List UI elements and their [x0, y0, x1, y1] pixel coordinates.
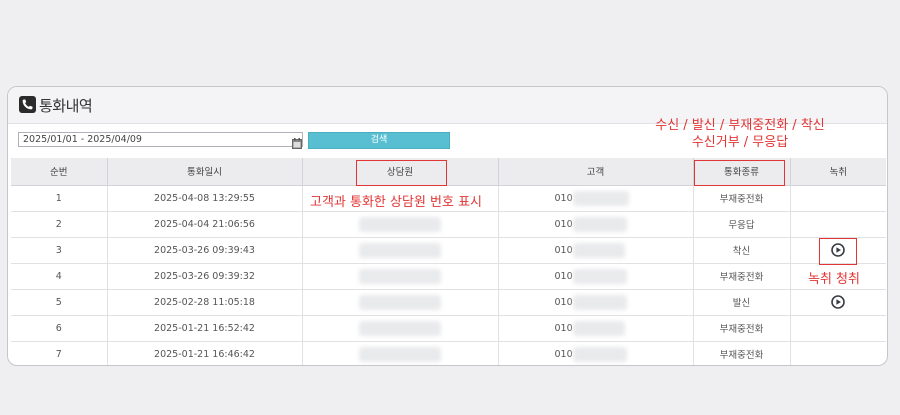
cell-agent: [302, 315, 499, 342]
cell-call-type: 발신: [693, 289, 791, 316]
cell-datetime: 2025-03-26 09:39:43: [107, 237, 303, 264]
date-range-input[interactable]: [18, 132, 303, 147]
cell-call-type: 부재중전화: [693, 263, 791, 290]
redacted-agent-number: [359, 268, 441, 284]
cell-customer: 010: [498, 263, 694, 290]
cell-call-type: 부재중전화: [693, 315, 791, 342]
cell-datetime: 2025-01-21 16:52:42: [107, 315, 303, 342]
cell-call-type: 부재중전화: [693, 341, 791, 365]
cell-customer: 010: [498, 341, 694, 365]
cell-customer: 010: [498, 185, 694, 212]
column-header-recording: 녹취: [790, 158, 886, 186]
play-recording-icon[interactable]: [831, 295, 846, 309]
cell-no: 5: [11, 289, 108, 316]
redacted-customer-number: [572, 320, 625, 336]
recording-annotation: 녹취 청취: [808, 272, 860, 287]
table-row: 6 2025-01-21 16:52:42 010 부재중전화: [11, 315, 886, 342]
customer-phone-prefix: 010: [554, 322, 573, 334]
cell-datetime: 2025-04-08 13:29:55: [107, 185, 303, 212]
column-header-datetime: 통화일시: [107, 158, 303, 186]
phone-icon: [19, 96, 36, 113]
cell-recording: [790, 315, 886, 342]
redacted-customer-number: [572, 346, 627, 362]
customer-phone-prefix: 010: [554, 348, 573, 360]
customer-phone-prefix: 010: [554, 296, 573, 308]
cell-no: 7: [11, 341, 108, 365]
agent-annotation: 고객과 통화한 상담원 번호 표시: [310, 195, 483, 210]
table-header-row: 순번 통화일시 상담원 고객 통화종류 녹취: [11, 158, 886, 186]
customer-phone-prefix: 010: [554, 270, 573, 282]
call-types-annotation-line1: 수신 / 발신 / 부재중전화 / 착신: [655, 118, 825, 133]
cell-agent: [302, 341, 499, 365]
redacted-agent-number: [359, 216, 441, 232]
table-row: 7 2025-01-21 16:46:42 010 부재중전화: [11, 341, 886, 365]
cell-customer: 010: [498, 237, 694, 264]
column-header-call-type: 통화종류: [693, 158, 791, 186]
cell-call-type: 부재중전화: [693, 185, 791, 212]
table-row: 5 2025-02-28 11:05:18 010 발신: [11, 289, 886, 316]
search-button[interactable]: 검색: [308, 132, 450, 149]
cell-datetime: 2025-04-04 21:06:56: [107, 211, 303, 238]
cell-recording: [790, 341, 886, 365]
cell-recording: [790, 237, 886, 264]
cell-datetime: 2025-03-26 09:39:32: [107, 263, 303, 290]
redacted-customer-number: [572, 294, 627, 310]
cell-recording: [790, 211, 886, 238]
table-row: 4 2025-03-26 09:39:32 010 부재중전화: [11, 263, 886, 290]
cell-agent: [302, 237, 499, 264]
play-recording-icon[interactable]: [831, 243, 846, 257]
redacted-agent-number: [359, 242, 441, 258]
call-types-annotation: 수신 / 발신 / 부재중전화 / 착신 수신거부 / 무응답: [620, 117, 860, 151]
calendar-icon[interactable]: [292, 134, 302, 149]
redacted-agent-number: [359, 346, 441, 362]
call-history-table: 순번 통화일시 상담원 고객 통화종류 녹취 1 2025-04-08 13:29…: [11, 158, 886, 365]
cell-recording: [790, 289, 886, 316]
cell-recording: [790, 185, 886, 212]
customer-phone-prefix: 010: [554, 192, 573, 204]
cell-datetime: 2025-02-28 11:05:18: [107, 289, 303, 316]
table-row: 3 2025-03-26 09:39:43 010 착신: [11, 237, 886, 264]
redacted-customer-number: [572, 242, 625, 258]
column-header-no: 순번: [11, 158, 108, 186]
redacted-customer-number: [572, 216, 627, 232]
column-header-agent: 상담원: [302, 158, 499, 186]
redacted-agent-number: [359, 294, 441, 310]
cell-call-type: 착신: [693, 237, 791, 264]
cell-no: 1: [11, 185, 108, 212]
cell-call-type: 무응답: [693, 211, 791, 238]
customer-phone-prefix: 010: [554, 244, 573, 256]
customer-phone-prefix: 010: [554, 218, 573, 230]
cell-agent: [302, 289, 499, 316]
cell-datetime: 2025-01-21 16:46:42: [107, 341, 303, 365]
redacted-agent-number: [359, 320, 441, 336]
cell-no: 6: [11, 315, 108, 342]
redacted-customer-number: [572, 190, 629, 206]
column-header-customer: 고객: [498, 158, 694, 186]
cell-no: 2: [11, 211, 108, 238]
page-title: 통화내역: [39, 97, 93, 115]
table-row: 2 2025-04-04 21:06:56 010 무응답: [11, 211, 886, 238]
cell-customer: 010: [498, 289, 694, 316]
call-types-annotation-line2: 수신거부 / 무응답: [691, 135, 789, 150]
cell-no: 4: [11, 263, 108, 290]
cell-agent: [302, 263, 499, 290]
cell-customer: 010: [498, 315, 694, 342]
cell-no: 3: [11, 237, 108, 264]
cell-agent: [302, 211, 499, 238]
redacted-customer-number: [572, 268, 627, 284]
cell-customer: 010: [498, 211, 694, 238]
